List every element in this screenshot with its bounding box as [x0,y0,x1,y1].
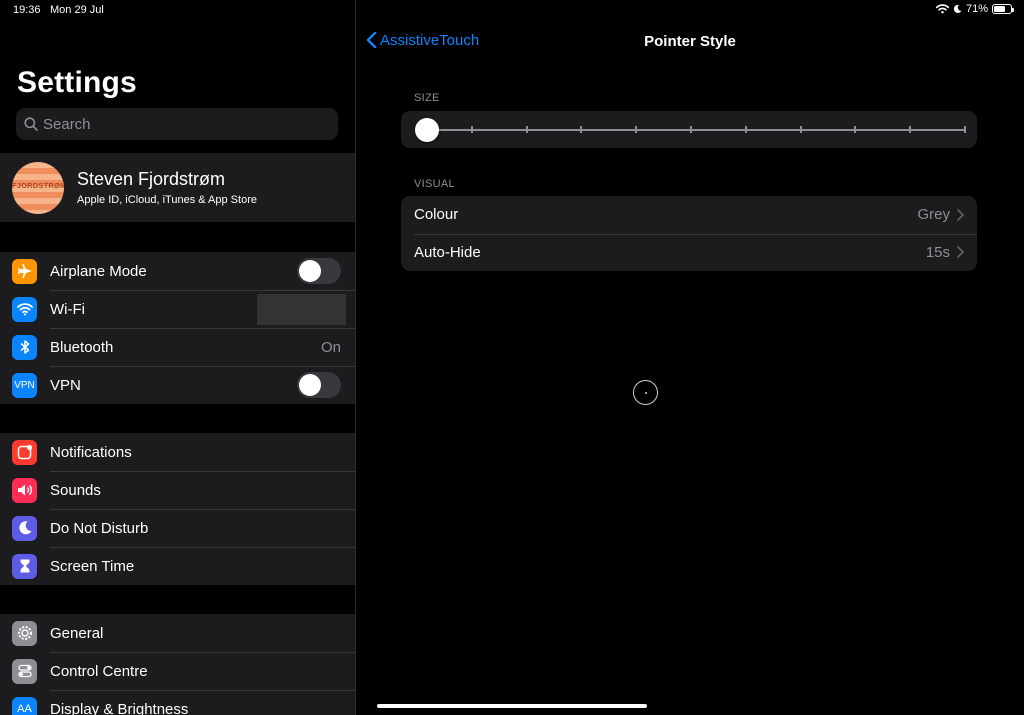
colour-label: Colour [414,206,459,224]
sidebar-item-label: Display & Brightness [50,700,189,715]
size-section-header: SIZE [414,92,440,104]
gear-icon [12,620,37,646]
search-input[interactable] [43,115,323,133]
wifi-network-redacted [257,293,346,325]
airplane-icon [12,258,37,284]
general-group: General Control Centre AA Display & Brig… [0,614,355,715]
sidebar-item-label: General [50,624,104,642]
size-slider-tick [580,126,583,133]
switches-icon [12,658,37,684]
auto-hide-value: 15s [925,243,950,261]
sidebar-item-label: Bluetooth [50,338,114,356]
profile-name: Steven Fjordstrøm [77,169,226,189]
visual-settings-card: Colour Grey Auto-Hide 15s [401,196,977,271]
wifi-status-icon [935,4,949,14]
sidebar-item-label: Screen Time [50,557,135,575]
assistive-pointer [633,380,658,405]
colour-row[interactable]: Colour Grey [401,196,977,234]
moon-status-icon [953,4,962,13]
vpn-toggle[interactable] [297,372,341,398]
screen: 19:36 Mon 29 Jul Settings FJORDSTRØM Ste… [0,0,1024,715]
size-slider-tick [635,126,638,133]
sidebar-item-label: Notifications [50,443,132,461]
chevron-left-icon [366,31,377,49]
battery-icon [992,4,1014,14]
sidebar-item-screen-time[interactable]: Screen Time [0,547,355,585]
size-slider-tick [799,126,802,133]
size-slider-tick [690,126,692,133]
sidebar-item-sounds[interactable]: Sounds [0,471,355,509]
auto-hide-label: Auto-Hide [414,243,481,261]
apple-id-profile[interactable]: FJORDSTRØM Steven Fjordstrøm Apple ID, i… [0,153,355,222]
sidebar-item-bluetooth[interactable]: Bluetooth On [0,328,355,366]
vpn-icon: VPN [12,372,37,398]
size-slider-thumb[interactable] [415,118,439,142]
back-button[interactable]: AssistiveTouch [366,31,479,49]
sidebar-item-label: Do Not Disturb [50,519,149,537]
page-title: Pointer Style [644,33,736,50]
avatar: FJORDSTRØM [12,161,64,214]
sidebar-item-label: Control Centre [50,662,148,680]
airplane-mode-toggle[interactable] [297,258,341,284]
size-slider-track[interactable] [416,126,966,133]
hourglass-icon [12,553,37,579]
bluetooth-status: On [320,338,341,356]
moon-icon [12,515,37,541]
settings-sidebar: 19:36 Mon 29 Jul Settings FJORDSTRØM Ste… [0,0,355,715]
avatar-logo-text: FJORDSTRØM [12,180,64,190]
size-slider-tick [525,126,528,133]
back-label: AssistiveTouch [380,31,480,49]
visual-section-header: VISUAL [414,178,455,190]
battery-percentage: 71% [965,3,988,15]
split-divider [355,0,356,715]
search-icon [24,117,38,131]
profile-subtitle: Apple ID, iCloud, iTunes & App Store [77,194,257,206]
status-indicators: 71% [935,3,1014,15]
size-slider-tick [854,126,857,133]
colour-value: Grey [917,206,950,224]
sidebar-item-airplane-mode[interactable]: Airplane Mode [0,252,355,290]
notifications-icon [12,439,37,465]
sidebar-item-vpn[interactable]: VPN VPN [0,366,355,404]
bluetooth-icon [12,334,37,360]
size-slider-card [401,111,977,148]
sidebar-item-general[interactable]: General [0,614,355,652]
sidebar-item-label: Airplane Mode [50,262,147,280]
size-slider-tick [909,126,912,133]
sidebar-item-wifi[interactable]: Wi-Fi [0,290,355,328]
sidebar-item-label: Wi-Fi [50,300,85,318]
text-size-icon: AA [12,696,37,715]
home-indicator[interactable] [377,704,647,708]
sounds-icon [12,477,37,503]
size-slider-tick [470,126,473,133]
sidebar-item-label: Sounds [50,481,101,499]
size-slider-tick [744,126,747,133]
status-time: 19:36 [13,4,41,16]
settings-title: Settings [17,66,137,99]
sidebar-item-notifications[interactable]: Notifications [0,433,355,471]
chevron-right-icon [957,208,964,221]
status-date: Mon 29 Jul [50,4,104,16]
sidebar-item-label: VPN [50,376,81,394]
wifi-icon [12,296,37,322]
sidebar-item-display-brightness[interactable]: AA Display & Brightness [0,690,355,715]
search-bar[interactable] [16,108,338,140]
sidebar-item-do-not-disturb[interactable]: Do Not Disturb [0,509,355,547]
auto-hide-row[interactable]: Auto-Hide 15s [401,233,977,272]
notifications-group: Notifications Sounds Do Not Disturb Scre… [0,433,355,585]
connectivity-group: Airplane Mode Wi-Fi Bluetooth On VPN VPN [0,252,355,404]
size-slider-tick [964,126,966,133]
sidebar-item-control-centre[interactable]: Control Centre [0,652,355,690]
chevron-right-icon [957,246,964,259]
